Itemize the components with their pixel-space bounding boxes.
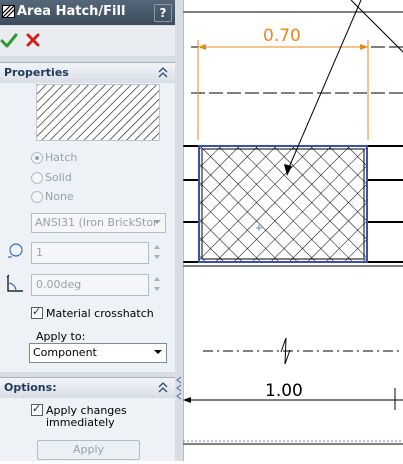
chevron-down-icon [154,350,162,354]
dimension-text-bottom[interactable]: 1.00 [265,381,303,401]
scale-value: 1 [36,246,43,259]
radio-dot [31,172,43,184]
dimension-arrow [183,397,191,403]
panel-splitter[interactable] [175,0,183,461]
diagonal-edge [350,0,403,53]
hatch-preview-graphic [37,85,159,140]
collapse-chevron-icon[interactable] [157,65,169,79]
panel-titlebar: Area Hatch/Fill ? [0,0,175,25]
scale-icon [8,243,23,258]
radio-label: Solid [45,171,72,184]
scale-spinner[interactable] [153,242,161,262]
checkbox-label-line2: immediately [46,416,115,429]
hatch-region [199,146,367,262]
drawing-canvas[interactable]: 0.70 1.00 [182,0,403,461]
options-group-header[interactable]: Options: [0,377,175,399]
ok-checkmark-icon[interactable] [0,32,18,50]
radio-label: Hatch [45,151,78,164]
property-manager-panel: Area Hatch/Fill ? Properties Hatch Solid… [0,0,175,461]
pattern-value: ANSI31 (Iron BrickStone [35,216,155,229]
scale-input[interactable]: 1 [31,242,149,264]
apply-button[interactable]: Apply [37,440,140,460]
properties-group-header[interactable]: Properties [0,62,175,84]
radio-dot [31,152,43,164]
confirm-row [0,26,175,56]
checkbox-box [31,402,43,416]
dimension-text-top[interactable]: 0.70 [263,26,301,46]
collapse-arrow-icon[interactable] [176,375,182,403]
angle-input[interactable]: 0.00deg [31,274,149,296]
properties-header-label: Properties [4,66,69,79]
radio-dot [31,191,43,203]
chevron-down-icon [153,220,161,224]
apply-to-label: Apply to: [36,330,86,343]
pattern-select[interactable]: ANSI31 (Iron BrickStone [31,213,166,233]
options-header-label: Options: [4,381,57,394]
apply-to-value: Component [33,346,97,359]
panel-title: Area Hatch/Fill [17,4,126,19]
radio-label: None [45,190,74,203]
angle-spinner[interactable] [153,274,161,294]
checkbox-label: Material crosshatch [46,307,154,320]
collapse-chevron-icon[interactable] [157,380,169,394]
angle-icon [6,274,23,292]
help-button[interactable]: ? [154,4,172,22]
angle-value: 0.00deg [36,278,82,291]
cancel-x-icon[interactable] [25,32,41,48]
checkbox-box [31,305,43,319]
apply-to-select[interactable]: Component [29,343,167,363]
hatch-pattern-preview [36,84,160,141]
area-hatch-icon [2,5,15,18]
